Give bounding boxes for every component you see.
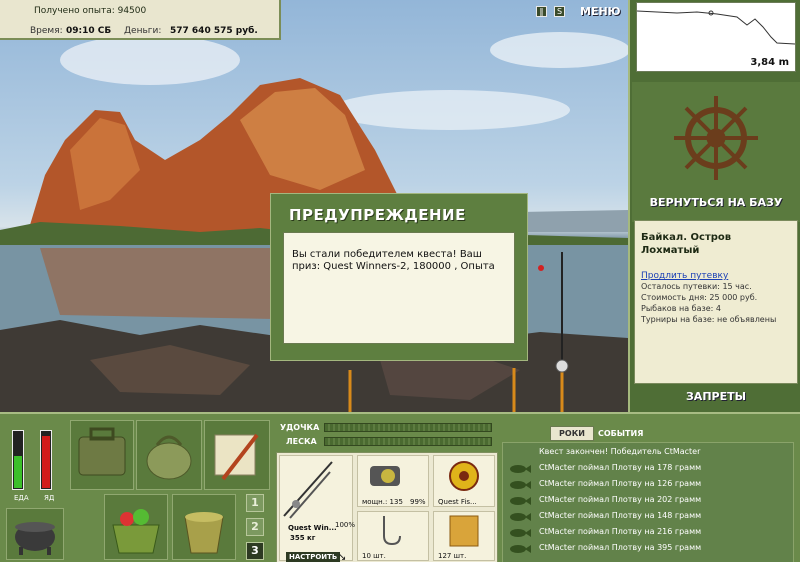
event-text: CtMacter поймал Плотву на 202 грамм: [539, 495, 702, 504]
right-panel: 3,84 m ВЕРНУТЬСЯ НА БАЗУ Байкал. Остров …: [628, 0, 800, 412]
bag-slot[interactable]: [136, 420, 202, 490]
fish-icon: [510, 513, 531, 521]
food-meter: [12, 430, 24, 490]
hook-icon: [383, 516, 401, 546]
reel-slot[interactable]: мощн.: 135 99%: [357, 455, 429, 507]
location-title: Байкал. Остров Лохматый: [641, 232, 732, 256]
rod-label: УДОЧКА: [280, 423, 320, 432]
fish-icon: [510, 481, 531, 489]
fish-icon: [510, 465, 531, 473]
food-meter-fill: [14, 456, 22, 488]
event-row: CtMacter поймал Плотву на 395 грамм: [503, 541, 793, 557]
page-button-1[interactable]: 1: [246, 494, 264, 512]
location-panel: Байкал. Остров Лохматый Продлить путевку…: [634, 220, 798, 384]
line-spool-icon: [449, 461, 479, 491]
tab-events[interactable]: СОБЫТИЯ: [598, 429, 643, 438]
money-label: Деньги:: [124, 26, 162, 36]
fishers-count: Рыбаков на базе: 4: [641, 304, 721, 313]
event-text: CtMacter поймал Плотву на 395 грамм: [539, 543, 702, 552]
setup-button[interactable]: НАСТРОИТЬ: [286, 552, 341, 562]
bait-count: 127 шт.: [438, 552, 467, 560]
diary-slot[interactable]: [204, 420, 270, 490]
page-button-3[interactable]: 3: [246, 542, 264, 560]
bucket-icon: [184, 512, 224, 554]
dialog-message-box: Вы стали победителем квеста! Ваш приз: Q…: [283, 232, 515, 344]
pause-icon[interactable]: ‖: [536, 6, 547, 17]
tournaments-status: Турниры на базе: не объявлены: [641, 315, 777, 324]
hook-count: 10 шт.: [362, 552, 386, 560]
rod-name: Quest Win...: [288, 524, 337, 532]
line-label: ЛЕСКА: [286, 437, 317, 446]
dialog-message: Вы стали победителем квеста! Ваш приз: Q…: [292, 249, 495, 272]
bait-slot[interactable]: 127 шт.: [433, 511, 495, 561]
extend-permit-link[interactable]: Продлить путевку: [641, 271, 791, 281]
line-tension-bar: [324, 437, 492, 446]
event-text: CtMacter поймал Плотву на 178 грамм: [539, 463, 702, 472]
basket-icon: [112, 509, 160, 554]
fish-icon: [510, 545, 531, 553]
fish-icon: [510, 497, 531, 505]
poison-meter-fill: [42, 435, 50, 488]
rod-line-status: УДОЧКА ЛЕСКА: [278, 420, 494, 450]
tackle-box-slot[interactable]: [70, 420, 134, 490]
food-basket-slot[interactable]: [104, 494, 168, 560]
rod-icon: [283, 461, 333, 519]
money-value: 577 640 575 руб.: [170, 26, 258, 36]
event-row: CtMacter поймал Плотву на 126 грамм: [503, 477, 793, 493]
bucket-slot[interactable]: [172, 494, 236, 560]
pot-slot[interactable]: [6, 508, 64, 560]
sound-icon[interactable]: S: [554, 6, 565, 17]
event-text: Квест закончен! Победитель CtMacter: [539, 447, 701, 456]
page-button-2[interactable]: 2: [246, 518, 264, 536]
depth-value: 3,84 m: [750, 57, 789, 68]
fish-icon: [510, 529, 531, 537]
feather-icon: [214, 433, 259, 481]
event-text: CtMacter поймал Плотву на 216 грамм: [539, 527, 702, 536]
rod-percent: 100%: [335, 521, 356, 529]
event-text: CtMacter поймал Плотву на 126 грамм: [539, 479, 702, 488]
event-row: CtMacter поймал Плотву на 178 грамм: [503, 461, 793, 477]
bottom-panel: ЕДА ЯД 1 2 3 УДОЧКА ЛЕСКА Quest Win... 3…: [0, 412, 800, 562]
event-text: CtMacter поймал Плотву на 148 грамм: [539, 511, 702, 520]
rod-tension-bar: [324, 423, 492, 432]
gear-panel: Quest Win... 355 кг НАСТРОИТЬ ↘ 100% мощ…: [276, 452, 498, 562]
poison-label: ЯД: [44, 494, 55, 502]
line-slot[interactable]: Quest Fis...: [433, 455, 495, 507]
event-row: CtMacter поймал Плотву на 148 грамм: [503, 509, 793, 525]
move-arrow-icon[interactable]: ↘: [338, 552, 346, 562]
time-value: 09:10 СБ: [66, 26, 112, 36]
depth-map[interactable]: 3,84 m: [636, 2, 796, 72]
events-panel: РОКИ СОБЫТИЯ Квест закончен! Победитель …: [502, 424, 794, 562]
return-to-base-button[interactable]: ВЕРНУТЬСЯ НА БАЗУ: [634, 196, 798, 209]
rod-weight: 355 кг: [290, 534, 316, 542]
day-cost: Стоимость дня: 25 000 руб.: [641, 293, 758, 302]
line-name: Quest Fis...: [438, 498, 477, 506]
bag-icon: [146, 435, 192, 480]
bait-pack-icon: [449, 515, 479, 547]
experience-text: Получено опыта: 94500: [34, 6, 147, 16]
hook-slot[interactable]: 10 шт.: [357, 511, 429, 561]
reel-percent: 99%: [410, 498, 426, 506]
event-row: CtMacter поймал Плотву на 216 грамм: [503, 525, 793, 541]
dialog-title: ПРЕДУПРЕЖДЕНИЕ: [289, 206, 466, 224]
event-row: CtMacter поймал Плотву на 202 грамм: [503, 493, 793, 509]
bans-button[interactable]: ЗАПРЕТЫ: [634, 390, 798, 403]
time-label: Время:: [30, 26, 63, 36]
event-row: Квест закончен! Победитель CtMacter: [503, 445, 793, 461]
tab-roki[interactable]: РОКИ: [550, 426, 594, 441]
warning-dialog[interactable]: ПРЕДУПРЕЖДЕНИЕ Вы стали победителем квес…: [270, 193, 528, 361]
poison-meter: [40, 430, 52, 490]
menu-button[interactable]: МЕНЮ: [580, 5, 621, 18]
food-label: ЕДА: [14, 494, 29, 502]
events-list: Квест закончен! Победитель CtMacter CtMa…: [502, 442, 794, 562]
tackle-box-icon: [78, 427, 126, 476]
status-bar: Получено опыта: 94500 Время: 09:10 СБ Де…: [0, 0, 281, 40]
pot-icon: [15, 522, 55, 555]
rod-slot[interactable]: Quest Win... 355 кг НАСТРОИТЬ ↘: [279, 455, 353, 562]
top-toolbar: ‖ S МЕНЮ: [536, 3, 628, 25]
reel-power: мощн.: 135: [362, 498, 403, 506]
reel-icon: [370, 466, 400, 486]
permit-remaining: Осталось путевки: 15 час.: [641, 282, 752, 291]
